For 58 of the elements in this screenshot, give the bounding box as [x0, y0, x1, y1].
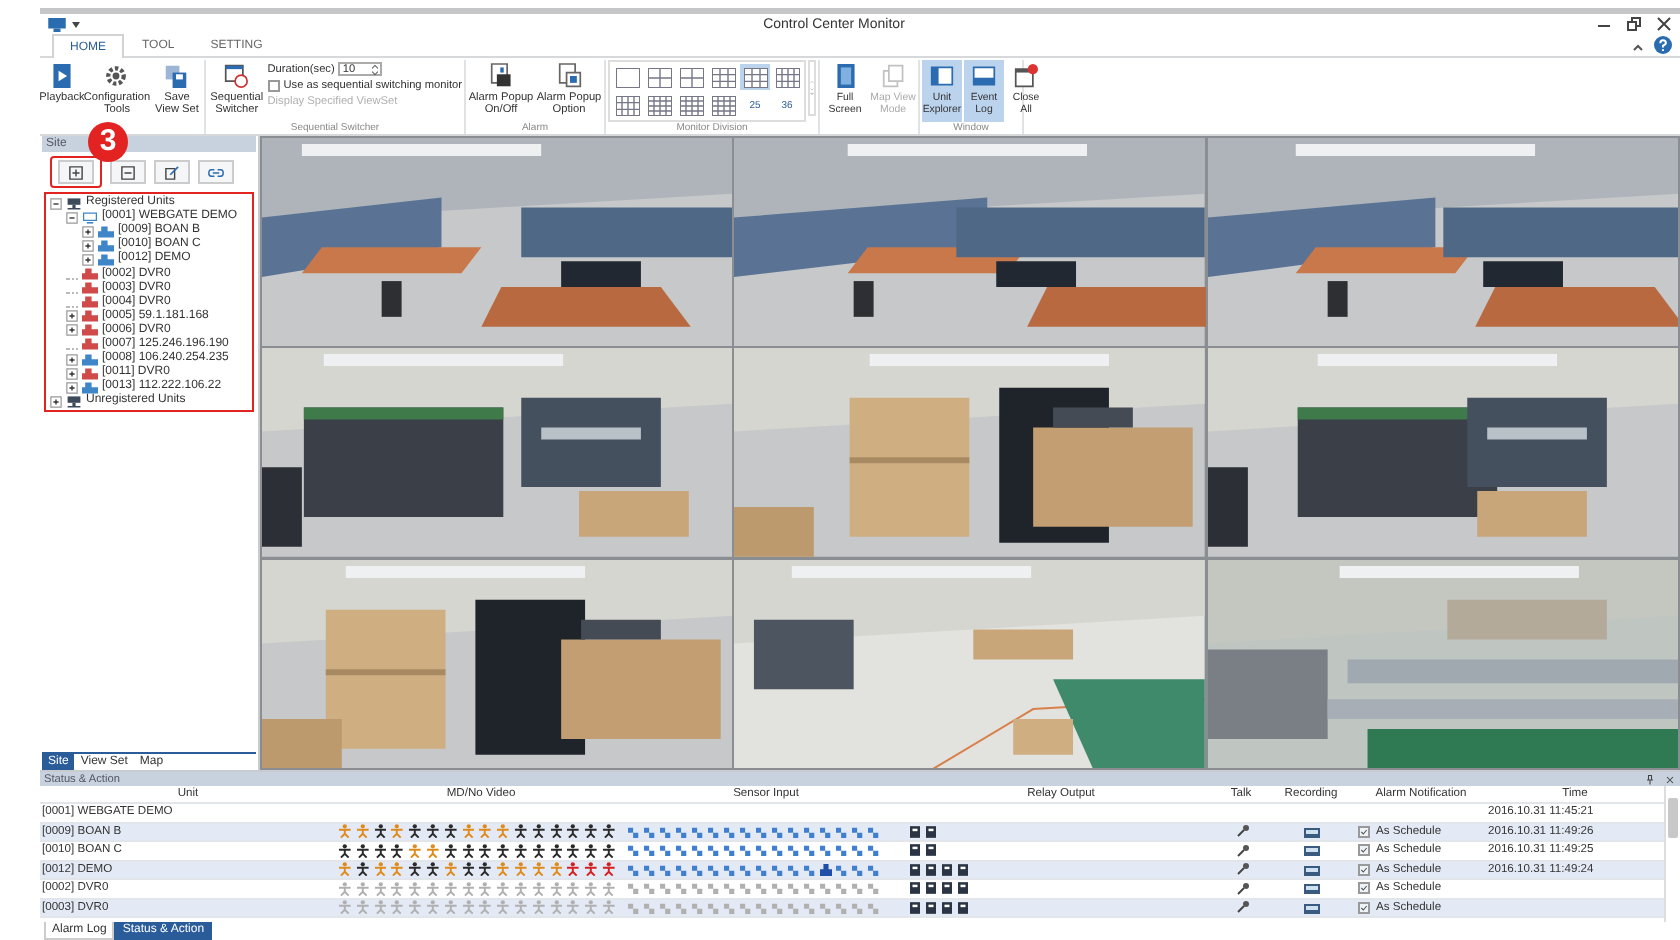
restore-icon[interactable]	[1626, 16, 1642, 32]
layout-button[interactable]	[676, 92, 706, 118]
expand-icon[interactable]	[50, 395, 62, 408]
windows-icon	[881, 62, 905, 90]
panel-icon	[972, 62, 996, 90]
checkbox[interactable]	[1358, 844, 1370, 857]
layout-button[interactable]	[612, 92, 642, 118]
layout-button[interactable]	[772, 64, 802, 90]
expand-icon[interactable]	[66, 367, 78, 380]
expand-icon[interactable]	[82, 225, 94, 238]
caret-up-icon[interactable]	[1630, 40, 1646, 56]
edit-button[interactable]	[154, 160, 190, 184]
expand-icon[interactable]	[82, 239, 94, 252]
scrollbar[interactable]	[1664, 786, 1680, 922]
server-icon	[66, 395, 82, 408]
expand-icon[interactable]	[66, 381, 78, 394]
link-icon	[208, 165, 224, 179]
checkbox[interactable]	[1358, 882, 1370, 895]
microphone-icon[interactable]	[1235, 881, 1249, 896]
close-icon[interactable]	[1656, 16, 1672, 32]
plus-icon	[68, 165, 84, 179]
layout-button[interactable]	[644, 92, 674, 118]
collapse-icon[interactable]	[50, 197, 62, 210]
plus-button[interactable]	[58, 160, 94, 184]
minus-icon	[120, 165, 136, 179]
expand-icon[interactable]	[66, 310, 78, 323]
layout-button[interactable]	[708, 92, 738, 118]
expand-icon[interactable]	[82, 253, 94, 266]
layout-button[interactable]	[612, 64, 642, 90]
monitor-icon[interactable]	[48, 17, 66, 31]
link-button[interactable]	[198, 160, 234, 184]
microphone-icon[interactable]	[1235, 900, 1249, 915]
microphone-icon[interactable]	[1235, 824, 1249, 839]
layout-button[interactable]	[644, 64, 674, 90]
spinner-icon[interactable]	[372, 63, 379, 75]
layout-button[interactable]	[676, 64, 706, 90]
close-icon[interactable]	[1664, 773, 1676, 785]
screen-icon	[833, 62, 857, 90]
microphone-icon[interactable]	[1235, 862, 1249, 877]
caret-icon[interactable]	[72, 21, 80, 27]
layout-button[interactable]	[740, 64, 770, 90]
help-icon[interactable]	[1654, 36, 1672, 54]
server-icon	[66, 197, 82, 210]
expand-icon[interactable]	[66, 353, 78, 366]
layout-button[interactable]	[708, 64, 738, 90]
checkbox[interactable]	[1358, 901, 1370, 914]
checkbox[interactable]	[1358, 863, 1370, 876]
checkbox[interactable]	[267, 80, 280, 92]
panel-icon	[930, 62, 954, 90]
gear-icon	[104, 62, 129, 90]
collapse-icon[interactable]	[66, 211, 78, 224]
site-icon	[82, 211, 98, 224]
expand-icon[interactable]	[66, 324, 78, 337]
checkbox[interactable]	[1358, 825, 1370, 838]
edit-icon	[164, 165, 180, 179]
pin-icon[interactable]	[1644, 773, 1656, 785]
minus-button[interactable]	[110, 160, 146, 184]
microphone-icon[interactable]	[1235, 843, 1249, 858]
